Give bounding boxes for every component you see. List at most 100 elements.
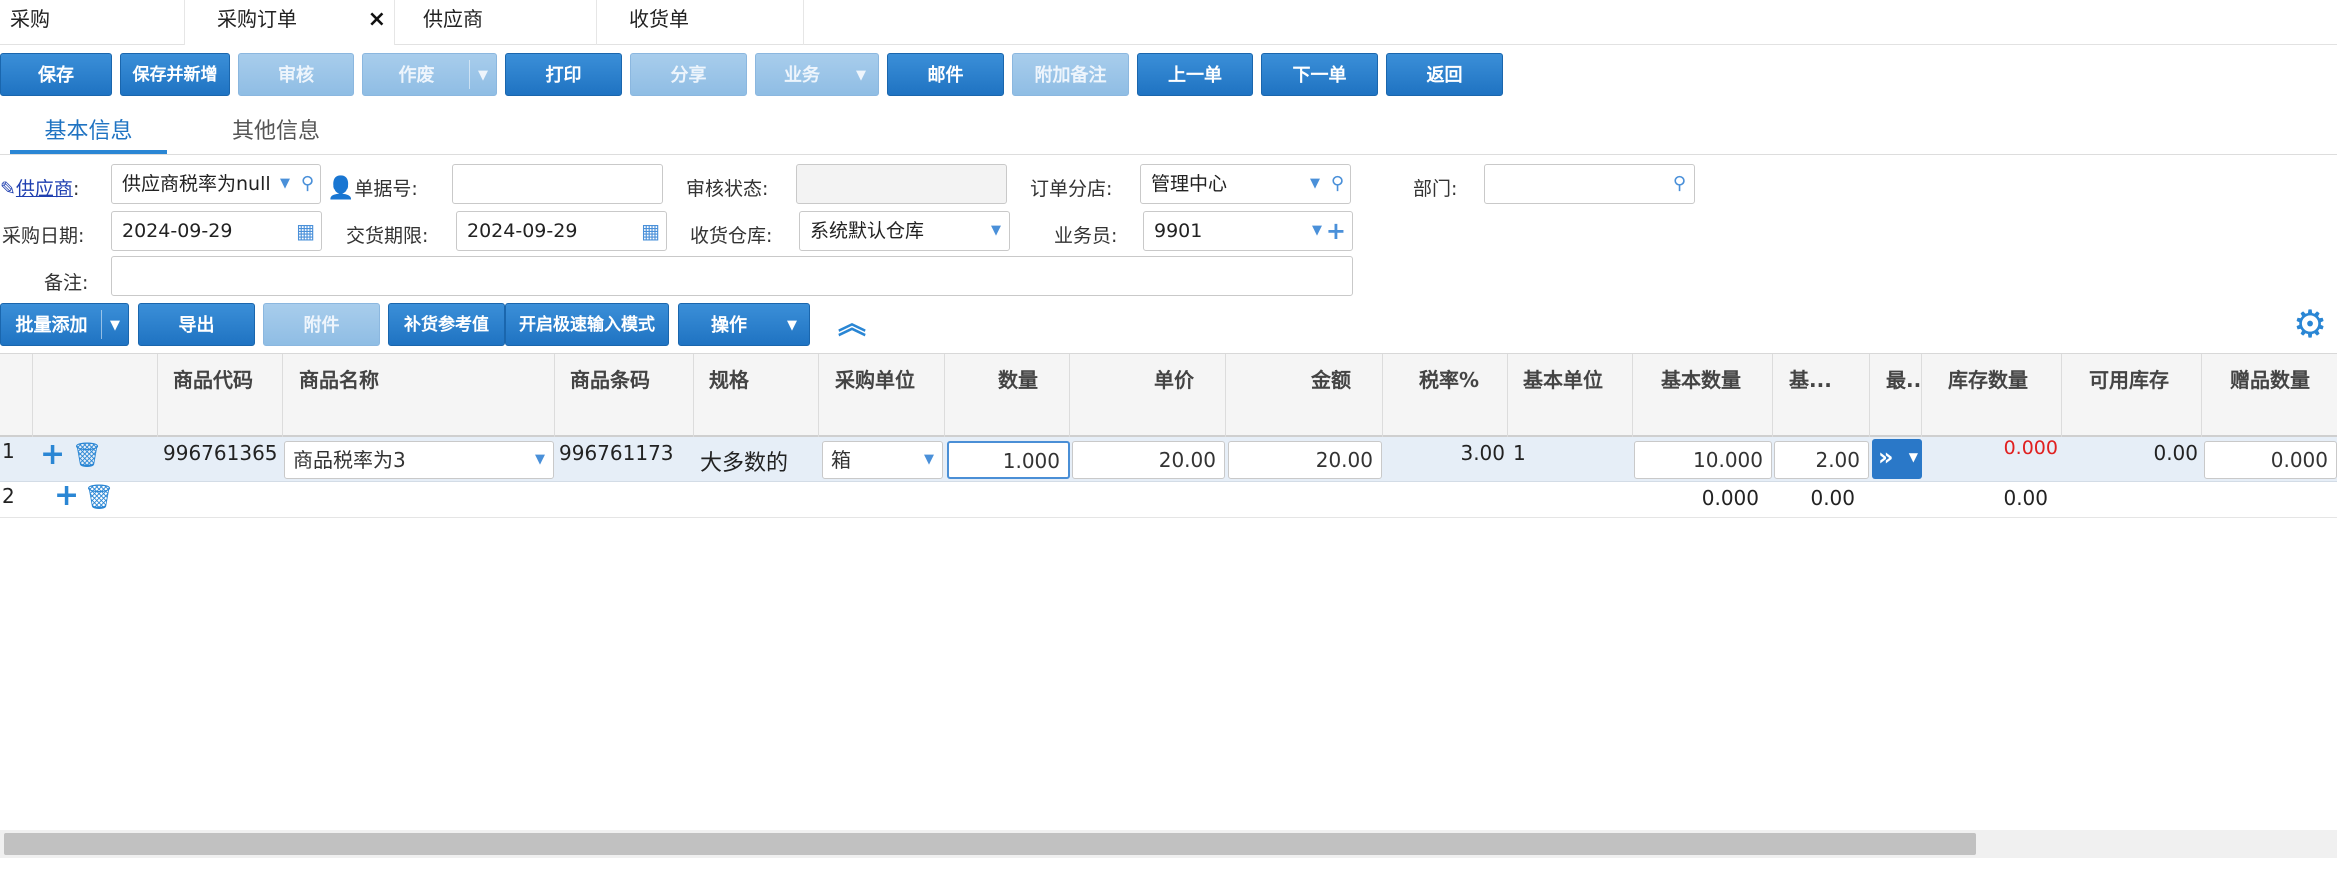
search-icon[interactable]: ⚲ — [1331, 165, 1344, 203]
header-price[interactable]: 单价 — [1070, 354, 1226, 438]
delete-row-icon[interactable]: 🗑 — [72, 441, 102, 469]
base2-input[interactable]: 2.00 — [1774, 441, 1869, 479]
header-base-unit[interactable]: 基本单位 — [1508, 354, 1633, 438]
table-row[interactable]: 1 + 🗑 996761365 商品税率为3 ▼ 996761173 大多数的 … — [0, 437, 2337, 482]
table-row[interactable]: 2 + 🗑 0.000 0.00 0.00 — [0, 479, 2337, 518]
expand-menu-button[interactable]: » ▼ — [1872, 439, 1922, 479]
header-available[interactable]: 可用库存 — [2062, 354, 2202, 438]
header-qty[interactable]: 数量 — [945, 354, 1070, 438]
branch-field[interactable]: 管理中心 ▼ ⚲ — [1140, 164, 1351, 204]
header-code[interactable]: 商品代码 — [158, 354, 283, 438]
subtab-divider — [0, 154, 2337, 155]
batch-add-button[interactable]: 批量添加 ▼ — [0, 303, 129, 346]
bill-no-input[interactable] — [452, 164, 663, 204]
delete-row-icon[interactable]: 🗑 — [84, 483, 114, 511]
horizontal-scrollbar[interactable] — [0, 830, 2337, 858]
caret-down-icon[interactable]: ▼ — [280, 165, 290, 203]
save-button[interactable]: 保存 — [0, 53, 112, 96]
double-chevron-right-icon: » — [1878, 443, 1894, 471]
attach-button[interactable]: 附件 — [263, 303, 380, 346]
caret-down-icon: ▼ — [1908, 450, 1918, 464]
dept-field[interactable]: ⚲ — [1484, 164, 1695, 204]
ops-button[interactable]: 操作 ▼ — [678, 303, 810, 346]
delivery-date-field[interactable]: 2024-09-29 ▦ — [456, 211, 667, 251]
gear-icon[interactable]: ⚙ — [2293, 302, 2327, 346]
close-icon[interactable]: × — [368, 1, 386, 39]
caret-down-icon[interactable]: ▼ — [110, 304, 120, 347]
header-spec[interactable]: 规格 — [694, 354, 819, 438]
caret-down-icon[interactable]: ▼ — [1310, 165, 1320, 203]
add-row-icon[interactable]: + — [40, 438, 65, 472]
caret-down-icon[interactable]: ▼ — [856, 54, 866, 97]
review-status-label: 审核状态: — [686, 178, 769, 200]
subtab-other-info[interactable]: 其他信息 — [200, 112, 352, 154]
caret-down-icon[interactable]: ▼ — [535, 442, 545, 478]
caret-down-icon[interactable]: ▼ — [787, 304, 797, 347]
review-button[interactable]: 审核 — [238, 53, 354, 96]
warehouse-select[interactable]: 系统默认仓库 ▼ — [799, 211, 1010, 251]
header-actions — [33, 354, 158, 438]
remark-button[interactable]: 附加备注 — [1012, 53, 1129, 96]
tab-receipt[interactable]: 收货单 — [597, 0, 804, 45]
header-max-trunc[interactable]: 最.. — [1870, 354, 1922, 438]
mail-button[interactable]: 邮件 — [887, 53, 1004, 96]
unit-value: 箱 — [831, 448, 851, 472]
purchase-date-value: 2024-09-29 — [122, 220, 233, 242]
add-icon[interactable]: + — [1326, 212, 1346, 250]
calendar-icon[interactable]: ▦ — [296, 212, 315, 250]
calendar-icon[interactable]: ▦ — [641, 212, 660, 250]
price-input[interactable]: 20.00 — [1072, 441, 1225, 479]
salesman-field[interactable]: 9901 ▼ + — [1143, 211, 1353, 251]
cell-barcode: 996761173 — [559, 441, 674, 465]
share-button[interactable]: 分享 — [630, 53, 747, 96]
header-gift[interactable]: 赠品数量 — [2202, 354, 2337, 438]
add-user-icon[interactable]: 👤 — [327, 176, 354, 201]
void-button[interactable]: 作废 ▼ — [362, 53, 497, 96]
subtab-basic-info[interactable]: 基本信息 — [10, 112, 167, 154]
cell-available: 0.00 — [2153, 441, 2198, 465]
supplier-link[interactable]: 供应商 — [16, 178, 73, 200]
header-unit[interactable]: 采购单位 — [819, 354, 945, 438]
tab-label: 采购 — [10, 7, 50, 31]
tab-supplier[interactable]: 供应商 — [395, 0, 597, 45]
product-name-select[interactable]: 商品税率为3 ▼ — [284, 441, 554, 479]
header-tax[interactable]: 税率% — [1383, 354, 1508, 438]
add-row-icon[interactable]: + — [54, 479, 79, 513]
business-button[interactable]: 业务 ▼ — [755, 53, 879, 96]
caret-down-icon[interactable]: ▼ — [1312, 212, 1322, 250]
gift-qty-input[interactable]: 0.000 — [2204, 441, 2337, 479]
tab-purchase[interactable]: 采购 — [0, 0, 185, 45]
caret-down-icon[interactable]: ▼ — [478, 54, 488, 97]
note-input[interactable] — [111, 256, 1353, 296]
header-base-qty[interactable]: 基本数量 — [1633, 354, 1773, 438]
prev-order-button[interactable]: 上一单 — [1137, 53, 1253, 96]
qty-input[interactable]: 1.000 — [947, 441, 1070, 479]
search-icon[interactable]: ⚲ — [1673, 165, 1686, 203]
header-name[interactable]: 商品名称 — [283, 354, 555, 438]
next-order-button[interactable]: 下一单 — [1261, 53, 1378, 96]
tab-purchase-order[interactable]: 采购订单 × — [185, 0, 395, 45]
unit-select[interactable]: 箱 ▼ — [822, 441, 943, 479]
divider — [469, 60, 470, 89]
header-stock[interactable]: 库存数量 — [1922, 354, 2062, 438]
header-base-trunc[interactable]: 基... — [1773, 354, 1870, 438]
export-button[interactable]: 导出 — [138, 303, 255, 346]
caret-down-icon[interactable]: ▼ — [924, 442, 934, 478]
fast-input-button[interactable]: 开启极速输入模式 — [505, 303, 669, 346]
base-qty-input[interactable]: 10.000 — [1634, 441, 1772, 479]
header-barcode[interactable]: 商品条码 — [555, 354, 694, 438]
supplier-field[interactable]: 供应商税率为null ▼ ⚲ — [111, 164, 321, 204]
salesman-label: 业务员: — [1054, 225, 1118, 247]
scrollbar-thumb[interactable] — [4, 833, 1976, 855]
header-amount[interactable]: 金额 — [1226, 354, 1383, 438]
caret-down-icon[interactable]: ▼ — [991, 212, 1001, 250]
supplier-label[interactable]: ✎供应商: — [0, 174, 79, 201]
back-button[interactable]: 返回 — [1386, 53, 1503, 96]
amount-input[interactable]: 20.00 — [1228, 441, 1382, 479]
collapse-up-icon[interactable]: ︽ — [838, 306, 866, 342]
purchase-date-field[interactable]: 2024-09-29 ▦ — [111, 211, 322, 251]
print-button[interactable]: 打印 — [505, 53, 622, 96]
restock-ref-button[interactable]: 补货参考值 — [388, 303, 505, 346]
search-icon[interactable]: ⚲ — [301, 165, 314, 203]
save-and-new-button[interactable]: 保存并新增 — [120, 53, 230, 96]
